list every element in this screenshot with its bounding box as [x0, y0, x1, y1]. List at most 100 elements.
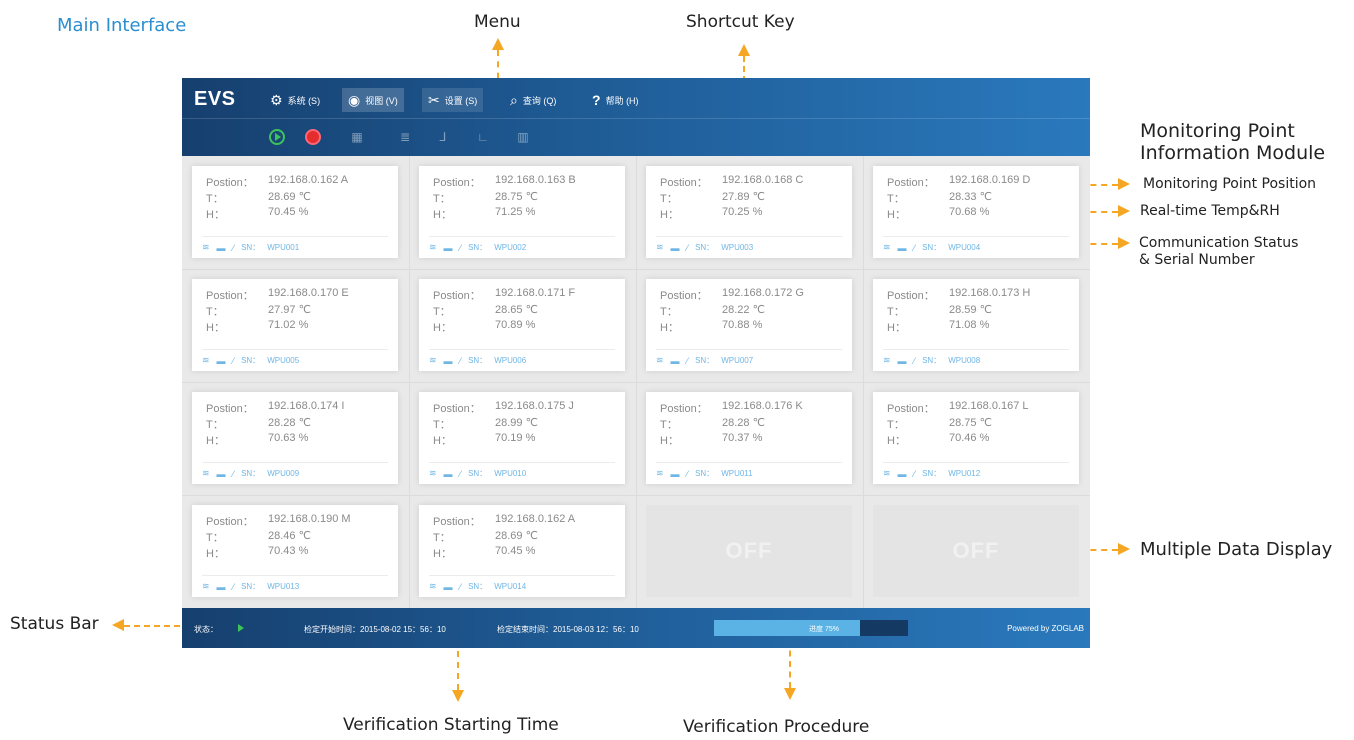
battery-icon: ▬ — [670, 355, 680, 366]
card-humidity-label: H： — [206, 322, 225, 334]
multi-arrow-head — [1118, 543, 1130, 555]
card-status-footer: ≋ ▬ ⁄ SN： WPU006 — [429, 349, 615, 366]
card-position-row: Postion： 192.168.0.190 M — [206, 513, 351, 529]
toolbar-divider — [182, 118, 1090, 119]
search-icon: ⌕ — [510, 91, 518, 108]
monitoring-module-line1: Monitoring Point — [1140, 120, 1295, 142]
card-position-value: 192.168.0.162 A — [495, 513, 576, 525]
card-humidity-row: H： 70.63 % — [206, 432, 308, 448]
card-humidity-label: H： — [660, 209, 679, 221]
card-status-footer: ≋ ▬ ⁄ SN： WPU003 — [656, 236, 842, 253]
card-humidity-value: 70.43 % — [268, 545, 309, 557]
card-humidity-label: H： — [660, 435, 679, 447]
monitoring-module-annotation: Monitoring Point Information Module — [1140, 120, 1325, 164]
card-humidity-row: H： 70.25 % — [660, 206, 762, 222]
card-position-label: Postion： — [433, 177, 481, 189]
serial-number-value: WPU009 — [267, 469, 300, 478]
card-temperature-value: 27.89 ℃ — [722, 191, 765, 203]
monitoring-card[interactable]: Postion： 192.168.0.163 B T： 28.75 ℃ H： 71.25 … — [419, 166, 625, 258]
status-label: 状态： — [194, 625, 218, 634]
card-status-footer: ≋ ▬ ⁄ SN： WPU012 — [883, 462, 1069, 479]
monitoring-module-line2: Information Module — [1140, 142, 1326, 164]
axis-button[interactable]: ∟ — [472, 126, 494, 148]
list-view-button[interactable]: ≣ — [394, 126, 416, 148]
wifi-icon: ≋ — [656, 468, 664, 478]
card-position-label: Postion： — [433, 403, 481, 415]
monitoring-card[interactable]: Postion： 192.168.0.172 G T： 28.22 ℃ H： 70.88 … — [646, 279, 852, 371]
status-bar-annotation: Status Bar — [10, 614, 99, 634]
monitoring-card[interactable]: Postion： 192.168.0.171 F T： 28.65 ℃ H： 70.89 … — [419, 279, 625, 371]
card-humidity-row: H： 70.37 % — [660, 432, 762, 448]
monitoring-card-off[interactable]: OFF — [873, 505, 1079, 597]
menu-settings[interactable]: ✂ 设置 (S) — [422, 88, 484, 112]
card-position-value: 192.168.0.173 H — [949, 287, 1031, 299]
monitoring-card[interactable]: Postion： 192.168.0.190 M T： 28.46 ℃ H： 70.43 … — [192, 505, 398, 597]
battery-icon: ▬ — [670, 242, 680, 253]
menu-query[interactable]: ⌕ 查询 (Q) — [504, 88, 562, 112]
card-position-row: Postion： 192.168.0.168 C — [660, 174, 803, 190]
card-temperature-row: T： 27.97 ℃ — [206, 303, 311, 319]
card-status-footer: ≋ ▬ ⁄ SN： WPU005 — [202, 349, 388, 366]
serial-number-label: SN： — [241, 356, 261, 365]
chart-button[interactable]: ⅃ — [432, 126, 454, 148]
menu-help[interactable]: ? 帮助 (H) — [586, 88, 645, 112]
card-position-label: Postion： — [206, 403, 254, 415]
play-button[interactable] — [266, 126, 288, 148]
battery-icon: ▬ — [443, 468, 453, 479]
card-position-row: Postion： 192.168.0.173 H — [887, 287, 1030, 303]
wifi-icon: ≋ — [656, 355, 664, 365]
serial-number-label: SN： — [468, 582, 488, 591]
monitoring-card[interactable]: Postion： 192.168.0.162 A T： 28.69 ℃ H： 70.45 … — [192, 166, 398, 258]
card-humidity-row: H： 70.46 % — [887, 432, 989, 448]
card-humidity-value: 70.68 % — [949, 206, 990, 218]
card-position-row: Postion： 192.168.0.172 G — [660, 287, 804, 303]
card-humidity-label: H： — [887, 435, 906, 447]
monitoring-card[interactable]: Postion： 192.168.0.175 J T： 28.99 ℃ H： 70.19 … — [419, 392, 625, 484]
card-temperature-value: 28.28 ℃ — [722, 417, 765, 429]
bars-button[interactable]: ▥ — [512, 126, 534, 148]
monitoring-card[interactable]: Postion： 192.168.0.168 C T： 27.89 ℃ H： 70.25 … — [646, 166, 852, 258]
menu-system[interactable]: ⚙ 系统 (S) — [264, 88, 326, 112]
serial-number-value: WPU005 — [267, 356, 300, 365]
serial-number-label: SN： — [922, 356, 942, 365]
monitoring-card[interactable]: Postion： 192.168.0.169 D T： 28.33 ℃ H： 70.68 … — [873, 166, 1079, 258]
monitoring-card-off[interactable]: OFF — [646, 505, 852, 597]
card-humidity-value: 70.25 % — [722, 206, 763, 218]
serial-number-value: WPU011 — [721, 469, 753, 478]
pen-icon: ⁄ — [913, 242, 916, 253]
card-humidity-row: H： 70.88 % — [660, 319, 762, 335]
wifi-icon: ≋ — [656, 242, 664, 252]
serial-number-value: WPU010 — [494, 469, 527, 478]
serial-number-label: SN： — [468, 469, 488, 478]
status-bar: 状态： 检定开始时间：2015-08-02 15：56：10 检定结束时间：20… — [182, 608, 1090, 648]
card-humidity-label: H： — [433, 322, 452, 334]
tools-icon: ✂ — [428, 91, 440, 108]
menu-view[interactable]: ◉ 视图 (V) — [342, 88, 404, 112]
wifi-icon: ≋ — [202, 581, 210, 591]
card-humidity-label: H： — [206, 548, 225, 560]
card-temperature-label: T： — [433, 193, 451, 205]
card-humidity-value: 71.02 % — [268, 319, 309, 331]
serial-number-value: WPU004 — [948, 243, 981, 252]
monitoring-grid: Postion： 192.168.0.162 A T： 28.69 ℃ H： 70.45 … — [182, 156, 1090, 608]
monitoring-card[interactable]: Postion： 192.168.0.174 I T： 28.28 ℃ H： 70.63 … — [192, 392, 398, 484]
monitoring-card[interactable]: Postion： 192.168.0.167 L T： 28.75 ℃ H： 70.46 … — [873, 392, 1079, 484]
grid-view-button[interactable]: ▦ — [346, 126, 368, 148]
card-position-value: 192.168.0.162 A — [268, 174, 349, 186]
app-logo: EVS — [194, 88, 236, 110]
card-temperature-label: T： — [433, 306, 451, 318]
grid-divider — [182, 269, 1090, 270]
card-status-footer: ≋ ▬ ⁄ SN： WPU007 — [656, 349, 842, 366]
card-position-value: 192.168.0.163 B — [495, 174, 576, 186]
monitoring-card[interactable]: Postion： 192.168.0.173 H T： 28.59 ℃ H： 71.08 … — [873, 279, 1079, 371]
card-temperature-row: T： 28.75 ℃ — [887, 416, 992, 432]
card-position-label: Postion： — [887, 177, 935, 189]
card-temperature-value: 28.28 ℃ — [268, 417, 311, 429]
monitoring-card[interactable]: Postion： 192.168.0.170 E T： 27.97 ℃ H： 71.02 … — [192, 279, 398, 371]
card-humidity-row: H： 70.89 % — [433, 319, 535, 335]
axis-icon: ∟ — [477, 130, 489, 144]
stop-button[interactable] — [302, 126, 324, 148]
monitoring-card[interactable]: Postion： 192.168.0.176 K T： 28.28 ℃ H： 70.37 … — [646, 392, 852, 484]
card-position-label: Postion： — [660, 177, 708, 189]
monitoring-card[interactable]: Postion： 192.168.0.162 A T： 28.69 ℃ H： 70.45 … — [419, 505, 625, 597]
